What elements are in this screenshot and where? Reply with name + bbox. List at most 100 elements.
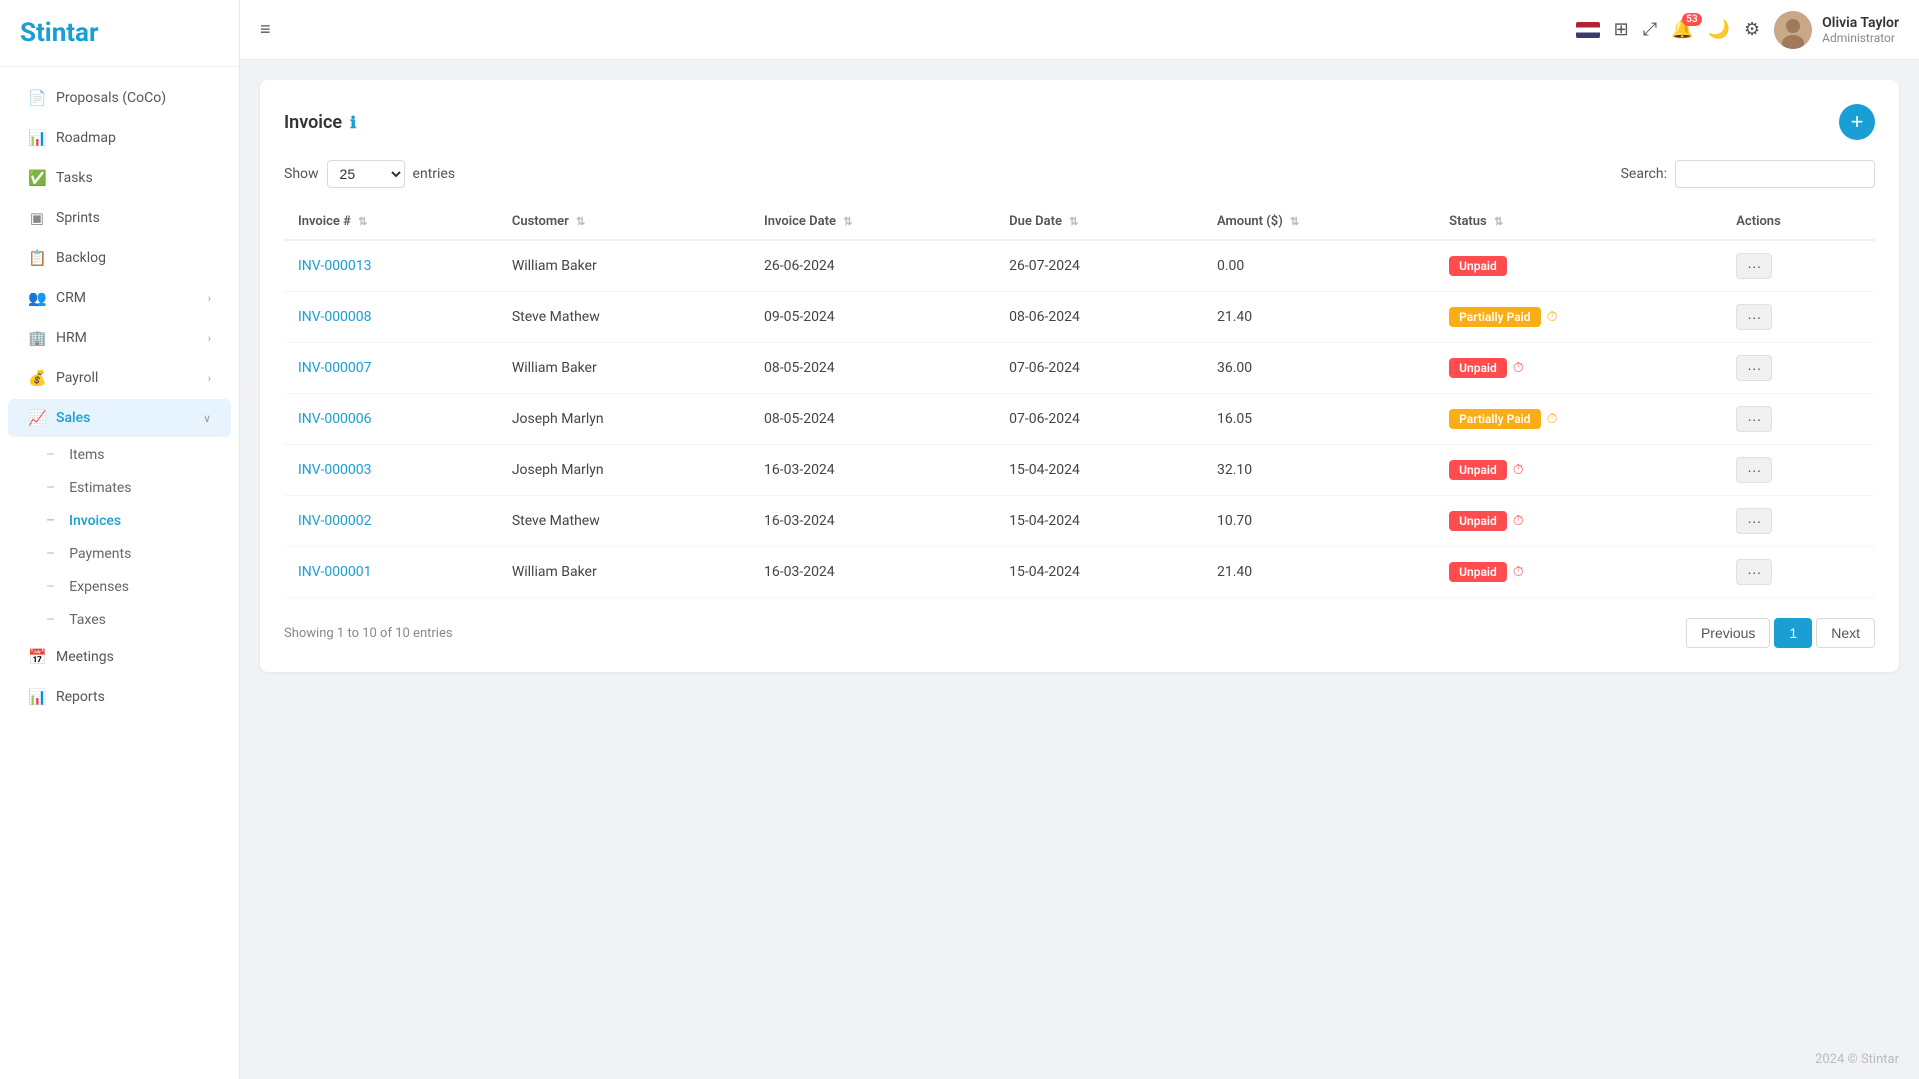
crm-icon: 👥 xyxy=(28,289,46,307)
invoice-link[interactable]: INV-000008 xyxy=(298,309,372,325)
sidebar-item-sales[interactable]: 📈 Sales ∨ xyxy=(8,399,231,437)
sidebar-logo: Stintar xyxy=(0,0,239,67)
table-controls: Show 25 10 50 100 entries Search: xyxy=(284,160,1875,188)
cell-amount: 21.40 xyxy=(1203,547,1435,598)
col-status[interactable]: Status ⇅ xyxy=(1435,204,1722,240)
col-actions: Actions xyxy=(1722,204,1875,240)
cell-invoice-date: 08-05-2024 xyxy=(750,394,995,445)
invoice-card: Invoice ℹ + Show 25 10 50 100 entries xyxy=(260,80,1899,672)
page-1-button[interactable]: 1 xyxy=(1774,618,1812,648)
sidebar-sub-payments[interactable]: – Payments xyxy=(8,538,231,570)
search-label: Search: xyxy=(1621,166,1667,182)
language-flag-icon[interactable] xyxy=(1576,22,1600,38)
cell-actions: ··· xyxy=(1722,292,1875,343)
action-menu-button[interactable]: ··· xyxy=(1736,406,1772,432)
cell-amount: 36.00 xyxy=(1203,343,1435,394)
sidebar: Stintar 📄 Proposals (CoCo) 📊 Roadmap ✅ T… xyxy=(0,0,240,1079)
sidebar-item-crm[interactable]: 👥 CRM › xyxy=(8,279,231,317)
action-menu-button[interactable]: ··· xyxy=(1736,304,1772,330)
invoice-link[interactable]: INV-000007 xyxy=(298,360,372,376)
col-amount[interactable]: Amount ($) ⇅ xyxy=(1203,204,1435,240)
card-header: Invoice ℹ + xyxy=(284,104,1875,140)
table-header: Invoice # ⇅ Customer ⇅ Invoice Date ⇅ xyxy=(284,204,1875,240)
chevron-down-icon: ∨ xyxy=(203,412,211,425)
sidebar-sub-taxes[interactable]: – Taxes xyxy=(8,604,231,636)
notification-icon[interactable]: 🔔 53 xyxy=(1671,19,1693,40)
table-row: INV-000013William Baker26-06-202426-07-2… xyxy=(284,240,1875,292)
col-invoice-num[interactable]: Invoice # ⇅ xyxy=(284,204,498,240)
status-badge: Unpaid xyxy=(1449,358,1507,378)
sidebar-item-reports[interactable]: 📊 Reports xyxy=(8,678,231,716)
sidebar-item-sprints[interactable]: ▣ Sprints xyxy=(8,199,231,237)
col-due-date[interactable]: Due Date ⇅ xyxy=(995,204,1203,240)
col-customer[interactable]: Customer ⇅ xyxy=(498,204,750,240)
action-menu-button[interactable]: ··· xyxy=(1736,508,1772,534)
cell-customer: William Baker xyxy=(498,343,750,394)
invoice-table: Invoice # ⇅ Customer ⇅ Invoice Date ⇅ xyxy=(284,204,1875,598)
user-name: Olivia Taylor xyxy=(1822,15,1899,31)
chevron-right-icon: › xyxy=(208,332,211,345)
cell-status: Partially Paid⏱ xyxy=(1435,394,1722,445)
invoice-link[interactable]: INV-000002 xyxy=(298,513,372,529)
fullscreen-icon[interactable]: ⤢ xyxy=(1643,19,1657,40)
sort-icon: ⇅ xyxy=(576,215,585,228)
sidebar-item-label: HRM xyxy=(56,330,87,346)
sub-item-label: Invoices xyxy=(69,513,121,529)
action-menu-button[interactable]: ··· xyxy=(1736,355,1772,381)
clock-icon: ⏱ xyxy=(1513,360,1524,376)
action-menu-button[interactable]: ··· xyxy=(1736,253,1772,279)
cell-invoice-date: 08-05-2024 xyxy=(750,343,995,394)
sidebar-item-hrm[interactable]: 🏢 HRM › xyxy=(8,319,231,357)
cell-invoice-num: INV-000006 xyxy=(284,394,498,445)
settings-icon[interactable]: ⚙ xyxy=(1744,19,1760,40)
cell-due-date: 26-07-2024 xyxy=(995,240,1203,292)
cell-due-date: 15-04-2024 xyxy=(995,547,1203,598)
backlog-icon: 📋 xyxy=(28,249,46,267)
cell-customer: Steve Mathew xyxy=(498,496,750,547)
add-invoice-button[interactable]: + xyxy=(1839,104,1875,140)
page-content: Invoice ℹ + Show 25 10 50 100 entries xyxy=(240,60,1919,1040)
invoice-link[interactable]: INV-000001 xyxy=(298,564,372,580)
sidebar-sub-invoices[interactable]: – Invoices xyxy=(8,505,231,537)
user-profile[interactable]: Olivia Taylor Administrator xyxy=(1774,11,1899,49)
user-role: Administrator xyxy=(1822,31,1899,45)
cell-invoice-date: 16-03-2024 xyxy=(750,496,995,547)
sidebar-item-backlog[interactable]: 📋 Backlog xyxy=(8,239,231,277)
cell-status: Unpaid⏱ xyxy=(1435,496,1722,547)
sidebar-item-roadmap[interactable]: 📊 Roadmap xyxy=(8,119,231,157)
search-input[interactable] xyxy=(1675,160,1875,188)
show-label: Show xyxy=(284,166,319,182)
table-row: INV-000007William Baker08-05-202407-06-2… xyxy=(284,343,1875,394)
sidebar-sub-items[interactable]: – Items xyxy=(8,439,231,471)
previous-button[interactable]: Previous xyxy=(1686,618,1770,648)
sub-item-label: Expenses xyxy=(69,579,129,595)
sidebar-sub-estimates[interactable]: – Estimates xyxy=(8,472,231,504)
sidebar-item-payroll[interactable]: 💰 Payroll › xyxy=(8,359,231,397)
cell-invoice-num: INV-000002 xyxy=(284,496,498,547)
next-button[interactable]: Next xyxy=(1816,618,1875,648)
sidebar-item-proposals[interactable]: 📄 Proposals (CoCo) xyxy=(8,79,231,117)
action-menu-button[interactable]: ··· xyxy=(1736,457,1772,483)
sidebar-sub-expenses[interactable]: – Expenses xyxy=(8,571,231,603)
cell-status: Unpaid⏱ xyxy=(1435,547,1722,598)
sort-icon: ⇅ xyxy=(358,215,367,228)
apps-icon[interactable]: ⊞ xyxy=(1614,19,1629,40)
entries-select[interactable]: 25 10 50 100 xyxy=(327,160,405,188)
invoice-link[interactable]: INV-000013 xyxy=(298,258,372,274)
status-badge: Unpaid xyxy=(1449,256,1507,276)
sidebar-item-tasks[interactable]: ✅ Tasks xyxy=(8,159,231,197)
pagination-info: Showing 1 to 10 of 10 entries xyxy=(284,626,453,641)
theme-icon[interactable]: 🌙 xyxy=(1708,19,1730,40)
col-invoice-date[interactable]: Invoice Date ⇅ xyxy=(750,204,995,240)
menu-icon[interactable]: ≡ xyxy=(260,19,271,40)
topbar-icons: ⊞ ⤢ 🔔 53 🌙 ⚙ Olivia Taylor Administ xyxy=(1576,11,1899,49)
sort-icon: ⇅ xyxy=(843,215,852,228)
invoice-link[interactable]: INV-000003 xyxy=(298,462,372,478)
proposals-icon: 📄 xyxy=(28,89,46,107)
info-icon[interactable]: ℹ xyxy=(350,113,356,132)
cell-customer: William Baker xyxy=(498,547,750,598)
sidebar-item-meetings[interactable]: 📅 Meetings xyxy=(8,638,231,676)
chevron-right-icon: › xyxy=(208,372,211,385)
action-menu-button[interactable]: ··· xyxy=(1736,559,1772,585)
invoice-link[interactable]: INV-000006 xyxy=(298,411,372,427)
